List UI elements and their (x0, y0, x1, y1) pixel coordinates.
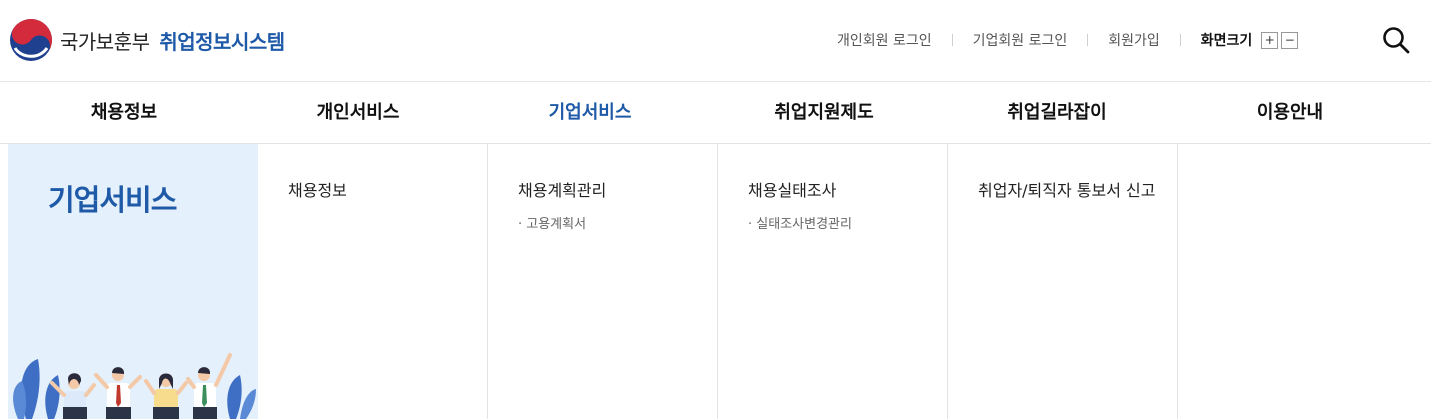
search-button[interactable] (1381, 25, 1411, 55)
personal-login-link[interactable]: 개인회원 로그인 (837, 30, 932, 50)
mega-column-jobs: 채용정보 (258, 144, 488, 419)
nav-item-company[interactable]: 기업서비스 (549, 82, 632, 143)
system-name: 취업정보시스템 (159, 29, 285, 54)
submenu-link-survey-change[interactable]: · 실태조사변경관리 (748, 213, 852, 232)
submenu-link-employment-plan[interactable]: · 고용계획서 (518, 213, 586, 232)
org-name: 국가보훈부 (60, 29, 150, 54)
font-size-control: 화면크기 + − (1201, 30, 1299, 50)
search-icon (1383, 27, 1410, 54)
menu-link-notice-report[interactable]: 취업자/퇴직자 통보서 신고 (978, 177, 1155, 201)
mega-column-notice-report: 취업자/퇴직자 통보서 신고 (948, 144, 1178, 419)
site-logo[interactable]: 국가보훈부 취업정보시스템 (9, 18, 285, 62)
nav-item-support[interactable]: 취업지원제도 (774, 82, 873, 143)
mega-menu-title: 기업서비스 (48, 183, 177, 217)
nav-item-jobs[interactable]: 채용정보 (91, 82, 157, 143)
mega-column-hiring-plan: 채용계획관리 · 고용계획서 (488, 144, 718, 419)
divider (1179, 34, 1181, 46)
font-size-label: 화면크기 (1200, 33, 1253, 49)
divider (951, 34, 953, 46)
nav-item-info[interactable]: 이용안내 (1257, 82, 1323, 143)
divider (1087, 34, 1089, 46)
nav-item-guide[interactable]: 취업길라잡이 (1007, 82, 1106, 143)
taegeuk-logo-icon (10, 19, 52, 61)
signup-link[interactable]: 회원가입 (1108, 30, 1160, 50)
utility-links: 개인회원 로그인 기업회원 로그인 회원가입 화면크기 + − (837, 30, 1299, 50)
mega-column-hiring-survey: 채용실태조사 · 실태조사변경관리 (718, 144, 948, 419)
menu-link-hiring-survey[interactable]: 채용실태조사 (748, 177, 836, 201)
site-header: 국가보훈부 취업정보시스템 개인회원 로그인 기업회원 로그인 회원가입 화면크… (0, 0, 1431, 82)
menu-link-jobs[interactable]: 채용정보 (288, 177, 347, 201)
nav-item-personal[interactable]: 개인서비스 (317, 82, 400, 143)
people-cheering-illustration (13, 353, 256, 419)
font-decrease-button[interactable]: − (1281, 31, 1299, 49)
font-increase-button[interactable]: + (1261, 31, 1279, 49)
main-nav: 채용정보 개인서비스 기업서비스 취업지원제도 취업길라잡이 이용안내 (0, 82, 1431, 144)
menu-link-hiring-plan[interactable]: 채용계획관리 (518, 177, 606, 201)
mega-menu: 기업서비스 채용정보 채용계획관리 · 고용계획서 채용실태조사 · 실태조사변… (0, 144, 1431, 419)
company-login-link[interactable]: 기업회원 로그인 (973, 30, 1068, 50)
mega-menu-side-panel: 기업서비스 (8, 144, 258, 419)
